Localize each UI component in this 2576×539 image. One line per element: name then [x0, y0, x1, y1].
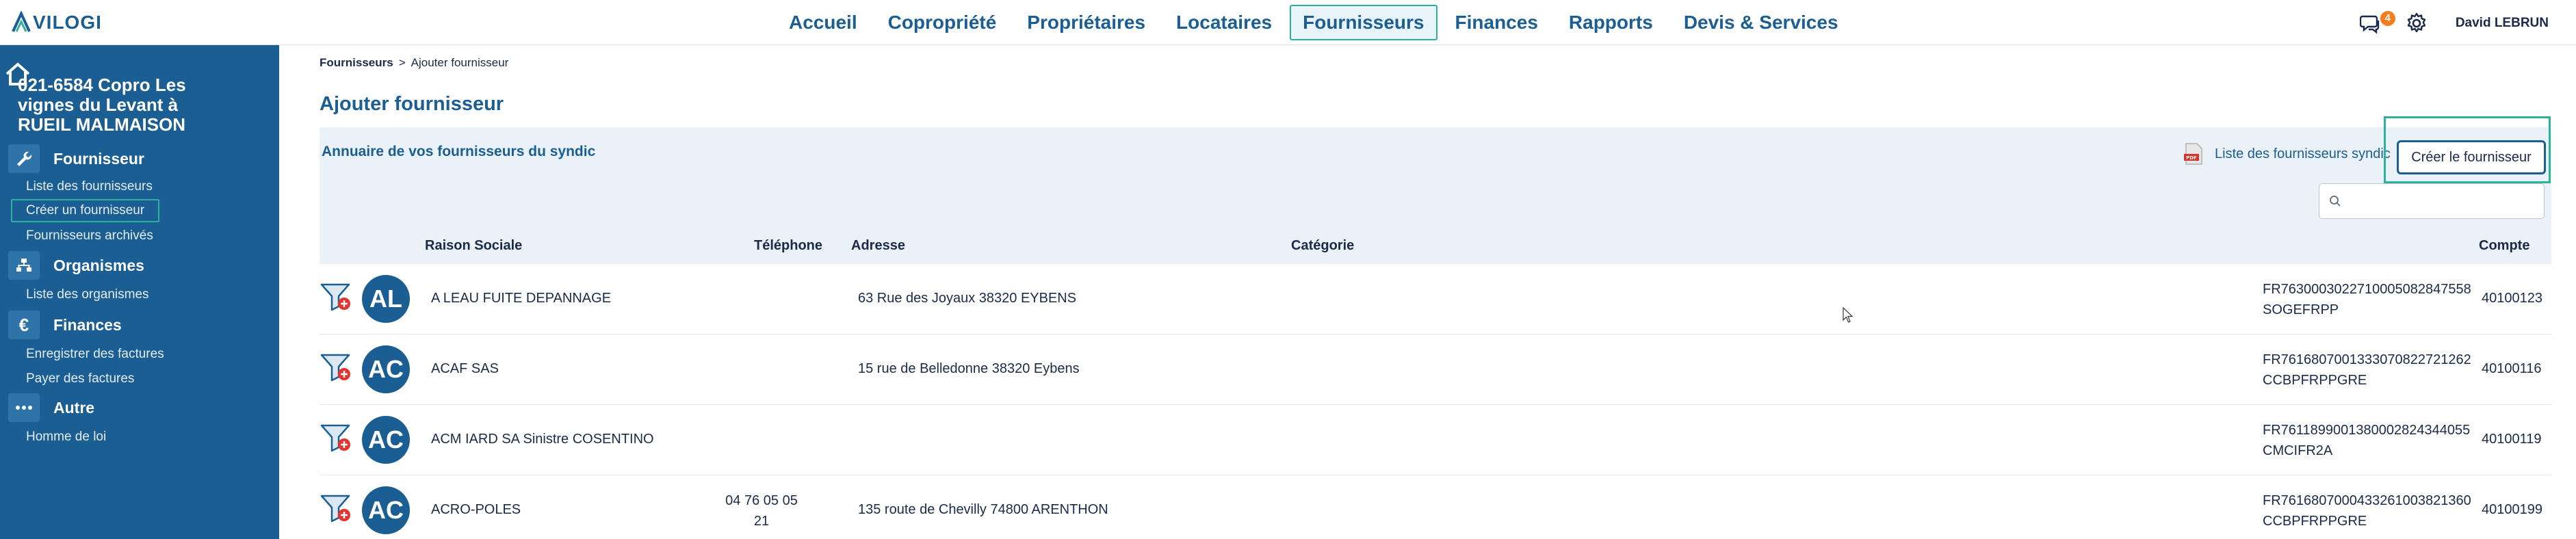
- supplier-address: 63 Rue des Joyaux 38320 EYBENS: [858, 291, 1077, 306]
- mouse-cursor-icon: [1843, 307, 1853, 323]
- sidebar-section-finances[interactable]: € Finances: [8, 310, 122, 340]
- table-row[interactable]: AC ACRO-POLES 04 76 05 05 21 135 route de…: [320, 475, 2551, 539]
- messages-icon[interactable]: 4: [2359, 11, 2395, 34]
- supplier-account: 40100123: [2482, 291, 2542, 306]
- notification-badge: 4: [2380, 11, 2395, 26]
- supplier-phone-line1: 04 76 05 05: [725, 493, 798, 508]
- supplier-account: 40100116: [2482, 361, 2542, 376]
- nav-proprietaires[interactable]: Propriétaires: [1014, 5, 1158, 40]
- supplier-bank: FR7611899001380002824344055 CMCIFR2A: [2263, 420, 2470, 461]
- supplier-name[interactable]: ACAF SAS: [431, 361, 499, 377]
- col-header-telephone[interactable]: Téléphone: [754, 238, 822, 254]
- supplier-phone: 04 76 05 05 21: [717, 490, 806, 531]
- breadcrumb: Fournisseurs > Ajouter fournisseur: [320, 56, 508, 70]
- nav-fournisseurs[interactable]: Fournisseurs: [1290, 5, 1437, 40]
- logo-house-icon: [12, 11, 31, 32]
- table-row[interactable]: AC ACAF SAS 15 rue de Belledonne 38320 E…: [320, 334, 2551, 405]
- supplier-account: 40100199: [2482, 502, 2542, 517]
- more-dots-icon: [8, 393, 40, 422]
- user-name[interactable]: David LEBRUN: [2456, 16, 2549, 31]
- top-right-tools: 4 David LEBRUN: [2359, 10, 2549, 37]
- section-label: Fournisseur: [53, 149, 144, 168]
- avatar: AC: [362, 345, 410, 393]
- section-label: Autre: [53, 398, 95, 417]
- search-input[interactable]: [2347, 194, 2532, 209]
- supplier-name[interactable]: A LEAU FUITE DEPANNAGE: [431, 291, 611, 306]
- sidebar: 021-6584 Copro Les vignes du Levant à RU…: [0, 45, 279, 539]
- pdf-list-link[interactable]: PDF Liste des fournisseurs syndic: [2183, 142, 2391, 166]
- avatar: AC: [362, 486, 410, 534]
- avatar: AL: [362, 275, 410, 323]
- nav-copropriete[interactable]: Copropriété: [875, 5, 1010, 40]
- page-title: Ajouter fournisseur: [320, 93, 504, 115]
- org-chart-icon: [8, 251, 40, 280]
- filter-remove-icon[interactable]: [320, 350, 354, 384]
- euro-icon: €: [8, 311, 40, 339]
- logo-text: VILOGI: [33, 12, 102, 33]
- section-label: Organismes: [53, 256, 144, 274]
- pdf-file-icon: PDF: [2184, 143, 2202, 165]
- supplier-phone-line2: 21: [753, 514, 770, 529]
- sidebar-link-liste-fournisseurs[interactable]: Liste des fournisseurs: [26, 179, 153, 194]
- create-supplier-button[interactable]: Créer le fournisseur: [2397, 140, 2546, 174]
- search-box[interactable]: [2319, 183, 2545, 219]
- nav-rapports[interactable]: Rapports: [1556, 5, 1666, 40]
- svg-text:PDF: PDF: [2186, 155, 2197, 161]
- search-icon: [2330, 196, 2341, 207]
- col-header-compte[interactable]: Compte: [2479, 238, 2529, 254]
- vilogi-logo[interactable]: VILOGI: [11, 10, 102, 36]
- filter-remove-icon[interactable]: [320, 279, 354, 313]
- panel-title: Annuaire de vos fournisseurs du syndic: [322, 144, 596, 159]
- sidebar-section-organismes[interactable]: Organismes: [8, 250, 144, 280]
- breadcrumb-separator: >: [398, 56, 406, 69]
- sidebar-link-homme-de-loi[interactable]: Homme de loi: [26, 430, 106, 445]
- main-nav: Accueil Copropriété Propriétaires Locata…: [776, 5, 1856, 40]
- supplier-address: 135 route de Chevilly 74800 ARENTHON: [858, 502, 1108, 517]
- nav-locataires[interactable]: Locataires: [1163, 5, 1285, 40]
- sidebar-section-autre[interactable]: Autre: [8, 393, 94, 423]
- filter-remove-icon[interactable]: [320, 420, 354, 454]
- gear-icon[interactable]: [2405, 12, 2428, 35]
- supplier-bic: CCBPFRPPGRE: [2263, 514, 2367, 529]
- supplier-iban: FR7616807000433261003821360: [2263, 493, 2471, 508]
- pdf-link-label: Liste des fournisseurs syndic: [2215, 146, 2391, 161]
- nav-finances[interactable]: Finances: [1442, 5, 1551, 40]
- supplier-iban: FR7611899001380002824344055: [2263, 423, 2471, 438]
- sidebar-link-payer-factures[interactable]: Payer des factures: [26, 371, 134, 386]
- top-navbar: VILOGI Accueil Copropriété Propriétaires…: [0, 0, 2576, 45]
- nav-accueil[interactable]: Accueil: [776, 5, 870, 40]
- supplier-bank: FR7616807000433261003821360 CCBPFRPPGRE: [2263, 490, 2471, 531]
- breadcrumb-current: Ajouter fournisseur: [411, 56, 509, 69]
- supplier-account: 40100119: [2482, 432, 2542, 447]
- sidebar-link-liste-organismes[interactable]: Liste des organismes: [26, 287, 149, 302]
- property-title[interactable]: 021-6584 Copro Les vignes du Levant à RU…: [18, 75, 209, 135]
- supplier-bic: SOGEFRPP: [2263, 302, 2339, 317]
- supplier-name[interactable]: ACM IARD SA Sinistre COSENTINO: [431, 432, 654, 447]
- table-row[interactable]: AC ACM IARD SA Sinistre COSENTINO FR7611…: [320, 405, 2551, 475]
- table-row[interactable]: AL A LEAU FUITE DEPANNAGE 63 Rue des Joy…: [320, 264, 2551, 334]
- supplier-address: 15 rue de Belledonne 38320 Eybens: [858, 361, 1080, 376]
- supplier-iban: FR7616807001333070822721262: [2263, 352, 2471, 367]
- sidebar-section-fournisseur[interactable]: Fournisseur: [8, 144, 144, 174]
- supplier-bank: FR7630003022710005082847558 SOGEFRPP: [2263, 279, 2471, 320]
- supplier-iban: FR7630003022710005082847558: [2263, 282, 2471, 297]
- nav-devis-services[interactable]: Devis & Services: [1671, 5, 1851, 40]
- sidebar-link-creer-fournisseur[interactable]: Créer un fournisseur: [11, 199, 160, 222]
- col-header-adresse[interactable]: Adresse: [851, 238, 905, 254]
- col-header-categorie[interactable]: Catégorie: [1291, 238, 1354, 254]
- sidebar-link-fournisseurs-archives[interactable]: Fournisseurs archivés: [26, 228, 153, 244]
- supplier-directory-panel: Annuaire de vos fournisseurs du syndic P…: [320, 116, 2551, 264]
- supplier-bank: FR7616807001333070822721262 CCBPFRPPGRE: [2263, 350, 2471, 391]
- create-button-highlight: Créer le fournisseur: [2384, 116, 2551, 183]
- filter-remove-icon[interactable]: [320, 490, 354, 525]
- supplier-name[interactable]: ACRO-POLES: [431, 502, 521, 518]
- supplier-bic: CMCIFR2A: [2263, 443, 2333, 458]
- supplier-bic: CCBPFRPPGRE: [2263, 373, 2367, 388]
- avatar: AC: [362, 416, 410, 464]
- sidebar-link-enregistrer-factures[interactable]: Enregistrer des factures: [26, 347, 164, 362]
- section-label: Finances: [53, 315, 122, 334]
- col-header-raison-sociale[interactable]: Raison Sociale: [425, 238, 522, 254]
- wrench-icon: [8, 144, 40, 173]
- breadcrumb-fournisseurs[interactable]: Fournisseurs: [320, 56, 393, 69]
